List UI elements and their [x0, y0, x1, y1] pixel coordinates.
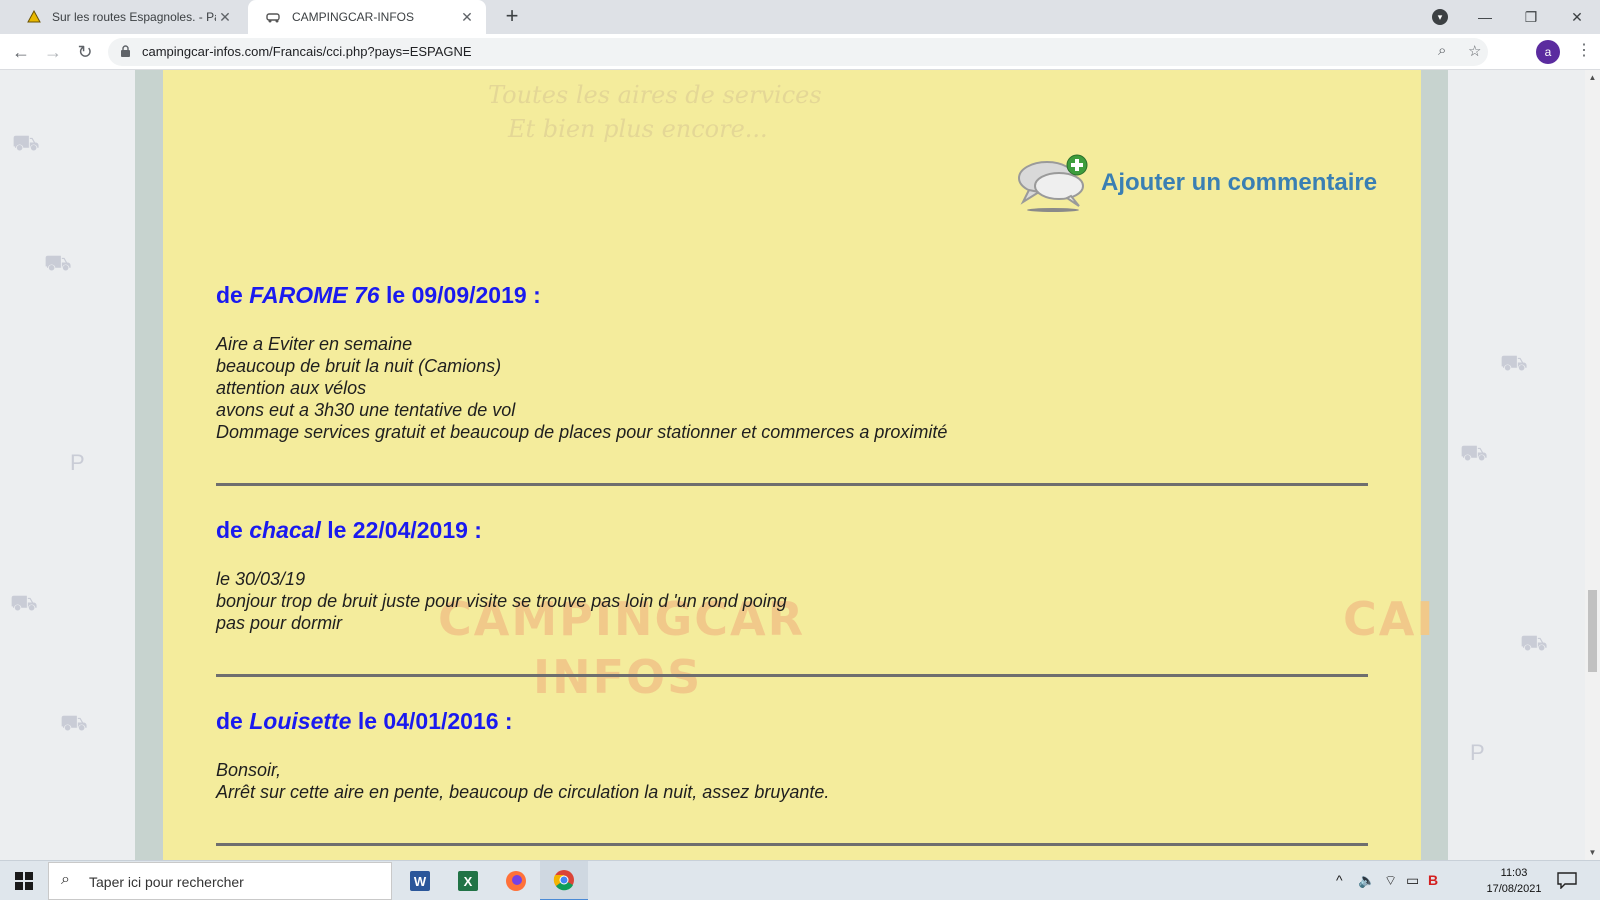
background-slogan: Toutes les aires de services Et bien plu… [488, 81, 822, 143]
decor-camper-icon: ⛟ [1460, 440, 1488, 465]
tab-sur-les-routes[interactable]: Sur les routes Espagnoles. - Page ✕ [8, 0, 244, 34]
reload-icon[interactable]: ↻ [72, 40, 98, 64]
add-comment-link[interactable]: Ajouter un commentaire [1015, 152, 1377, 214]
tab-search-icon[interactable]: ▾ [1432, 9, 1448, 25]
bookmark-star-icon[interactable]: ☆ [1468, 42, 1481, 60]
comment-item: de FAROME 76 le 09/09/2019 : Aire a Evit… [216, 282, 1368, 443]
comment-date: le 22/04/2019 : [327, 517, 482, 543]
battery-icon[interactable]: ▭ [1406, 872, 1419, 889]
notifications-icon[interactable] [1556, 871, 1578, 889]
forum-favicon-icon [26, 9, 42, 25]
network-icon[interactable]: ⌔ [1384, 872, 1397, 890]
excel-icon[interactable]: X [444, 861, 492, 900]
clock-time: 11:03 [1500, 867, 1528, 879]
search-placeholder: Taper ici pour rechercher [89, 874, 244, 890]
tab-campingcar-infos[interactable]: CAMPINGCAR-INFOS ✕ [248, 0, 486, 34]
minimize-icon[interactable]: — [1462, 0, 1508, 34]
scroll-down-arrow-icon[interactable]: ▼ [1585, 845, 1600, 860]
zoom-icon[interactable]: ⌕ [1438, 42, 1446, 59]
add-comment-bubbles-icon [1018, 154, 1088, 212]
firefox-icon[interactable] [492, 861, 540, 900]
comment-line: Arrêt sur cette aire en pente, beaucoup … [216, 782, 830, 802]
svg-text:W: W [414, 874, 427, 889]
add-comment-label[interactable]: Ajouter un commentaire [1101, 169, 1377, 197]
decor-camper-icon: ⛟ [1500, 350, 1528, 375]
decor-camper-icon: ⛟ [60, 710, 88, 735]
tray-chevron-up-icon[interactable]: ^ [1336, 872, 1343, 888]
tab-title: Sur les routes Espagnoles. - Page [52, 10, 216, 24]
volume-icon[interactable]: 🔈 [1358, 872, 1375, 889]
comment-line: le 30/03/19 [216, 569, 306, 589]
url-text[interactable]: campingcar-infos.com/Francais/cci.php?pa… [142, 44, 472, 59]
comment-date: le 09/09/2019 : [386, 282, 541, 308]
comment-header: de Louisette le 04/01/2016 : [216, 708, 513, 734]
tab-title: CAMPINGCAR-INFOS [292, 10, 415, 24]
comment-line: beaucoup de bruit la nuit (Camions) [216, 356, 502, 376]
comment-date: le 04/01/2016 : [357, 708, 513, 734]
search-icon: ⌕ [61, 871, 70, 888]
clock-date: 17/08/2021 [1486, 883, 1542, 895]
comment-body: le 30/03/19 bonjour trop de bruit juste … [216, 568, 1368, 634]
scroll-thumb[interactable] [1588, 590, 1597, 672]
comment-item: de chacal le 22/04/2019 : le 30/03/19 bo… [216, 517, 1368, 634]
windows-taskbar: ⌕ Taper ici pour rechercher W X ^ 🔈 ⌔ ▭ … [0, 860, 1600, 900]
page-scrollbar[interactable]: ▲ ▼ [1585, 70, 1600, 860]
comment-separator [216, 674, 1368, 677]
comment-line: Bonsoir, [216, 760, 282, 780]
comment-separator [216, 483, 1368, 486]
decor-camper-icon: ⛟ [1520, 630, 1548, 655]
antivirus-icon[interactable]: B [1428, 872, 1438, 888]
svg-text:X: X [464, 874, 473, 889]
comment-line: attention aux vélos [216, 378, 367, 398]
restore-icon[interactable]: ❐ [1508, 0, 1554, 34]
taskbar-search-input[interactable]: ⌕ Taper ici pour rechercher [48, 862, 392, 900]
comment-body: Bonsoir, Arrêt sur cette aire en pente, … [216, 759, 1368, 803]
decor-camper-icon: ⛟ [12, 130, 40, 155]
taskbar-clock[interactable]: 11:03 17/08/2021 [1480, 865, 1548, 897]
comment-line: pas pour dormir [216, 613, 343, 633]
browser-toolbar: ← → ↻ campingcar-infos.com/Francais/cci.… [0, 34, 1600, 70]
comment-line: bonjour trop de bruit juste pour visite … [216, 591, 787, 611]
profile-avatar[interactable]: a [1536, 40, 1560, 64]
comment-author: FAROME 76 [249, 282, 380, 308]
comment-item: de Louisette le 04/01/2016 : Bonsoir, Ar… [216, 708, 1368, 803]
comment-author: Louisette [249, 708, 352, 734]
menu-dots-icon[interactable]: ⋮ [1576, 40, 1592, 60]
comment-body: Aire a Eviter en semaine beaucoup de bru… [216, 333, 1368, 443]
new-tab-button[interactable]: + [500, 5, 524, 29]
comment-header: de chacal le 22/04/2019 : [216, 517, 482, 543]
scroll-up-arrow-icon[interactable]: ▲ [1585, 70, 1600, 85]
comment-line: Dommage services gratuit et beaucoup de … [216, 422, 948, 442]
comments-panel: Toutes les aires de services Et bien plu… [163, 70, 1433, 860]
background-logo-sub: INFOS [533, 650, 703, 704]
comment-line: Aire a Eviter en semaine [216, 334, 413, 354]
windows-start-icon[interactable] [0, 861, 48, 900]
chrome-icon[interactable] [540, 861, 588, 900]
decor-parking-icon: P [1470, 740, 1485, 765]
close-window-icon[interactable]: ✕ [1554, 0, 1600, 34]
back-icon[interactable]: ← [8, 40, 34, 64]
decor-parking-icon: P [70, 450, 85, 475]
decor-camper-icon: ⛟ [10, 590, 38, 615]
web-page: ⛟ ⛟ P ⛟ ⛟ ⛟ ⛟ ⛟ P Toutes les aires de se… [0, 70, 1585, 860]
comment-separator [216, 843, 1368, 846]
address-bar[interactable]: campingcar-infos.com/Francais/cci.php?pa… [108, 38, 1488, 66]
close-tab-icon[interactable]: ✕ [216, 9, 234, 26]
comment-header: de FAROME 76 le 09/09/2019 : [216, 282, 541, 308]
campingcar-favicon-icon [266, 9, 282, 25]
comment-line: avons eut a 3h30 une tentative de vol [216, 400, 516, 420]
comment-author: chacal [249, 517, 321, 543]
tab-strip: Sur les routes Espagnoles. - Page ✕ CAMP… [0, 0, 1600, 34]
decor-camper-icon: ⛟ [44, 250, 72, 275]
forward-icon[interactable]: → [40, 40, 66, 64]
lock-icon [121, 45, 130, 57]
word-icon[interactable]: W [396, 861, 444, 900]
close-tab-icon[interactable]: ✕ [458, 9, 476, 26]
